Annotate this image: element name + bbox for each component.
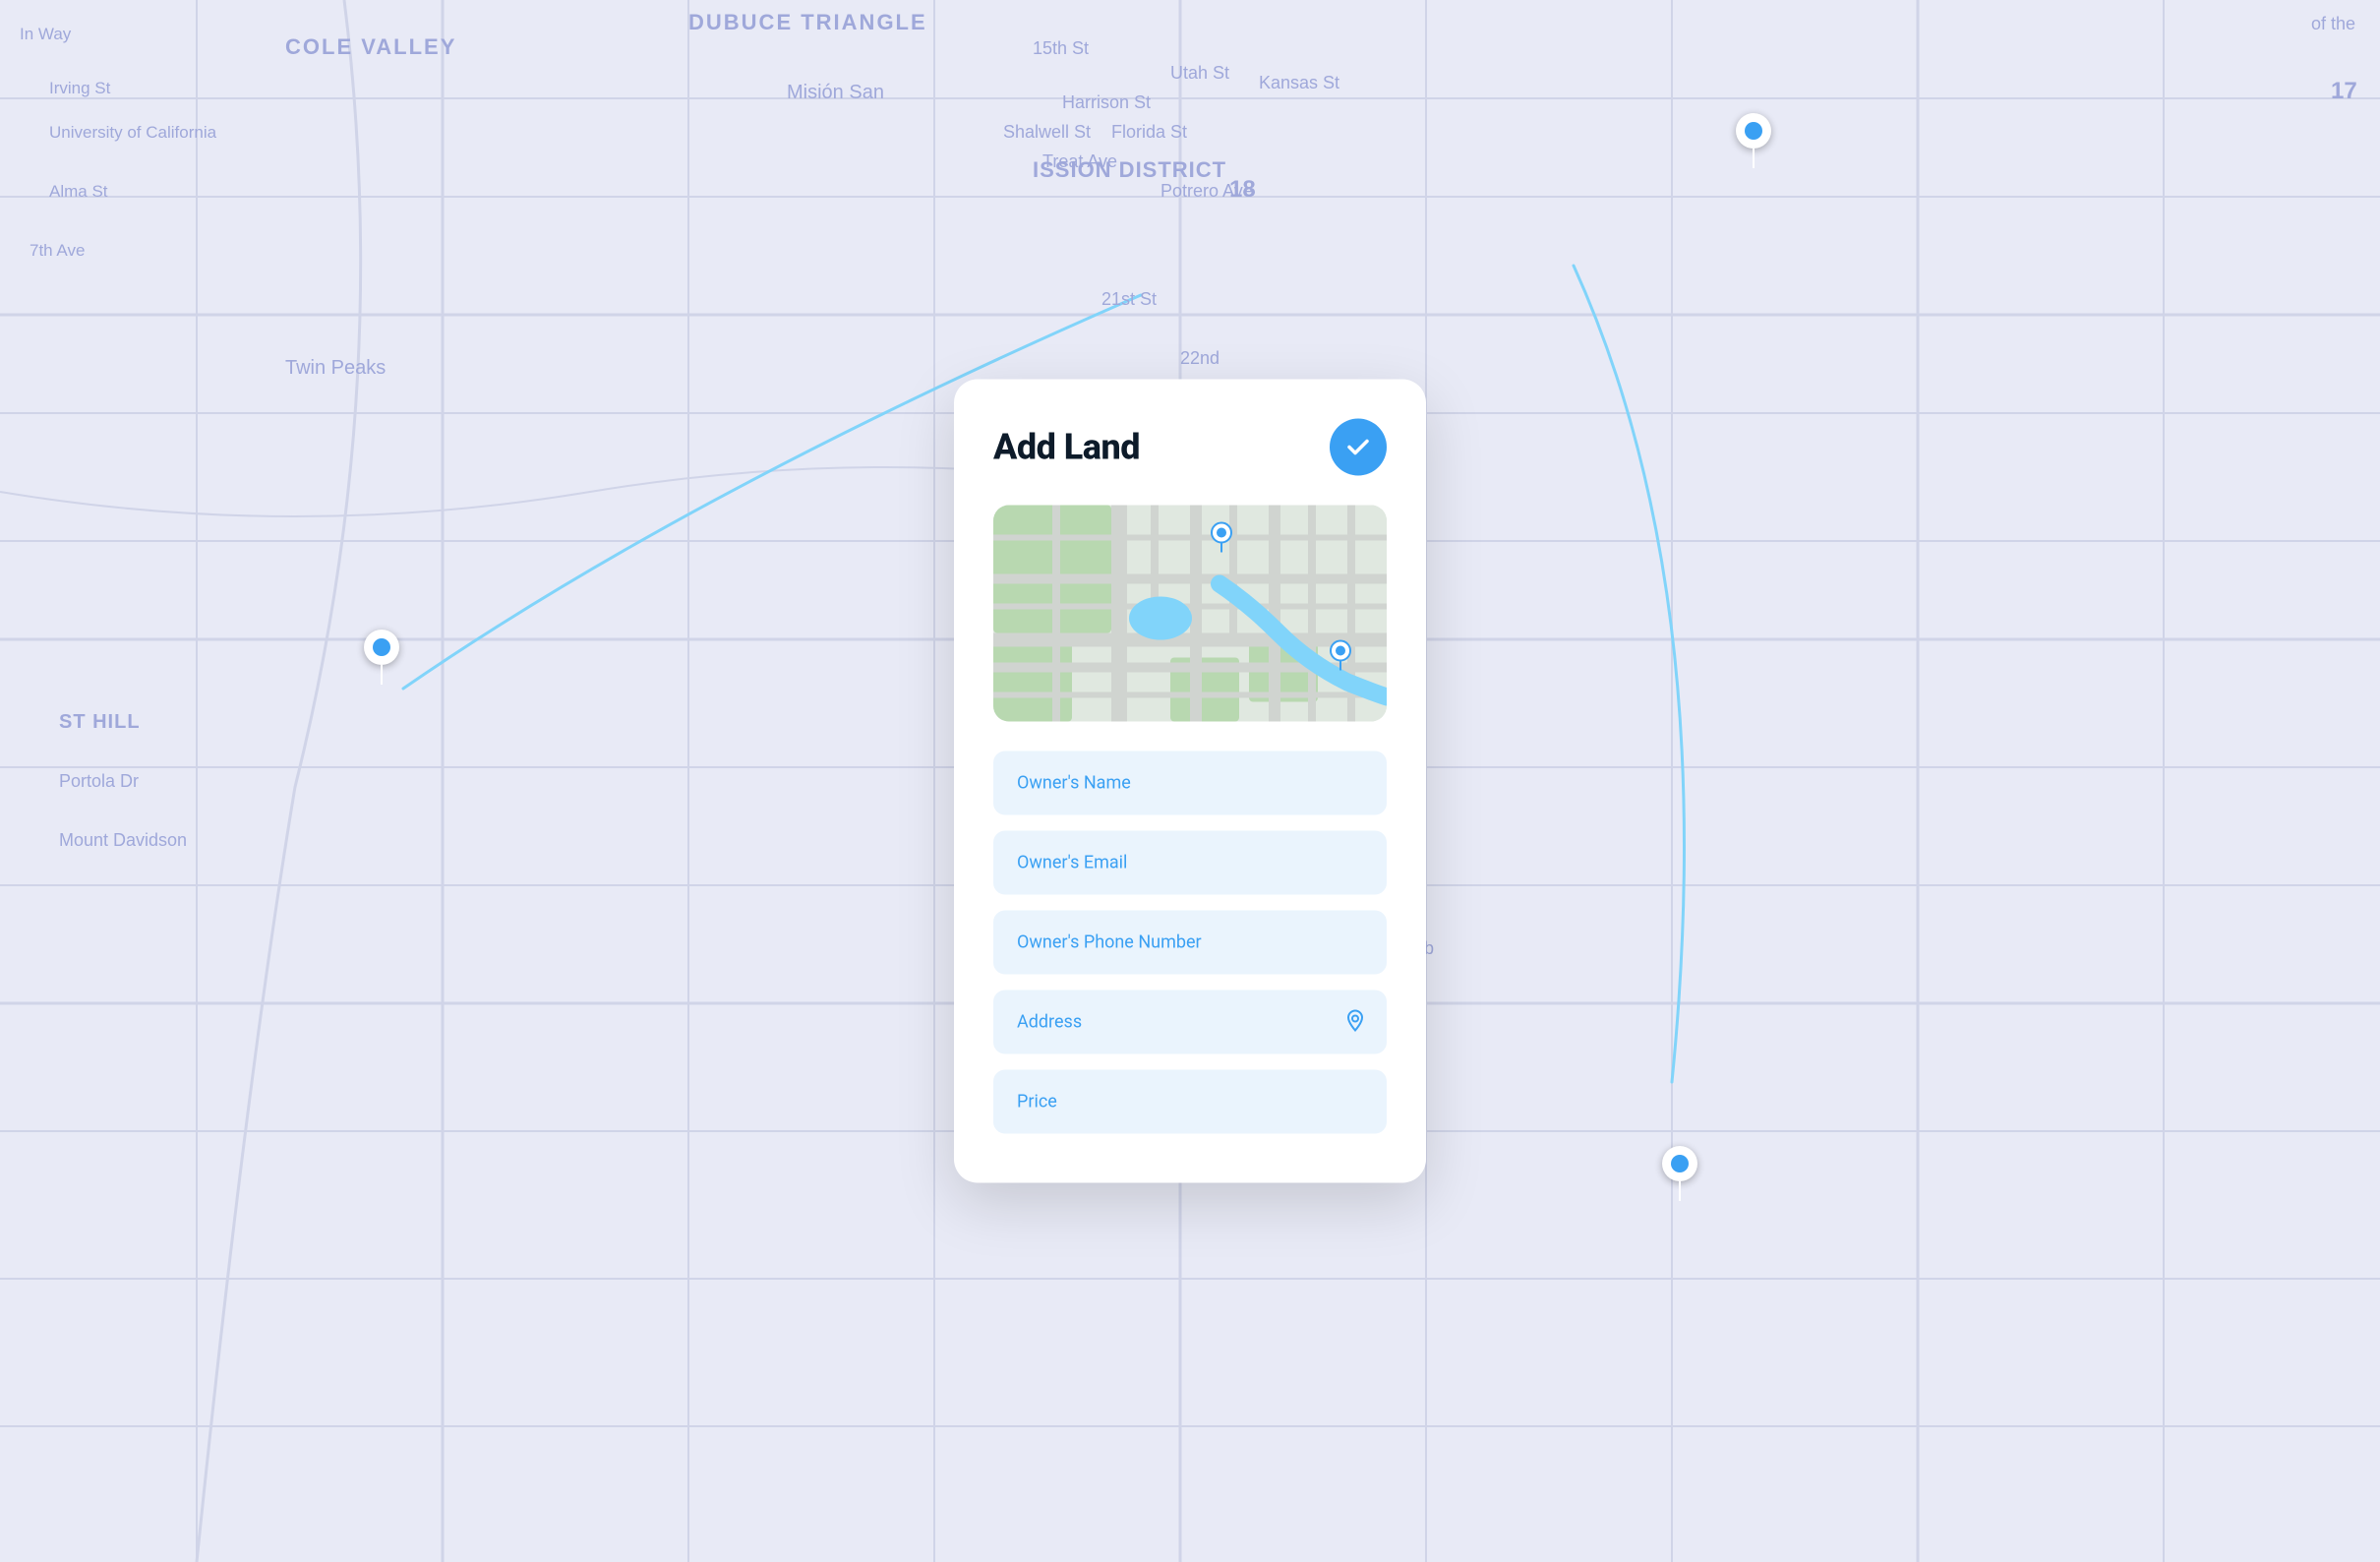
svg-text:Irving St: Irving St	[49, 79, 111, 97]
svg-text:18: 18	[1229, 176, 1256, 203]
svg-text:Alma St: Alma St	[49, 182, 108, 201]
modal-title: Add Land	[993, 427, 1140, 468]
address-field-wrapper	[993, 991, 1387, 1054]
svg-text:Portola Dr: Portola Dr	[59, 771, 139, 791]
svg-text:In Way: In Way	[20, 25, 72, 43]
svg-text:Utah St: Utah St	[1170, 63, 1229, 83]
form-fields	[993, 751, 1387, 1134]
check-icon	[1345, 435, 1371, 460]
svg-text:Kansas St: Kansas St	[1259, 73, 1339, 92]
confirm-button[interactable]	[1330, 419, 1387, 476]
svg-text:Shalwell St: Shalwell St	[1003, 122, 1091, 142]
owners-name-input[interactable]	[993, 751, 1387, 815]
svg-text:Twin Peaks: Twin Peaks	[285, 357, 386, 379]
owners-phone-input[interactable]	[993, 911, 1387, 975]
modal-header: Add Land	[993, 419, 1387, 476]
svg-text:21st St: 21st St	[1101, 289, 1157, 309]
svg-text:7th Ave: 7th Ave	[30, 241, 85, 260]
svg-text:COLE VALLEY: COLE VALLEY	[285, 34, 456, 59]
svg-text:15th St: 15th St	[1033, 38, 1089, 58]
map-pin-2	[1736, 113, 1771, 168]
add-land-modal: Add Land	[954, 380, 1426, 1183]
svg-text:ST HILL: ST HILL	[59, 711, 141, 733]
owners-email-input[interactable]	[993, 831, 1387, 895]
svg-text:Treat Ave: Treat Ave	[1042, 151, 1117, 171]
map-pin-1	[364, 630, 399, 685]
address-input[interactable]	[993, 991, 1387, 1054]
svg-text:Mount Davidson: Mount Davidson	[59, 830, 187, 850]
svg-text:17: 17	[2331, 78, 2357, 104]
map-pin-3	[1662, 1146, 1697, 1201]
mini-map	[993, 506, 1387, 722]
svg-text:Harrison St: Harrison St	[1062, 92, 1151, 112]
svg-text:University of California: University of California	[49, 123, 217, 142]
price-input[interactable]	[993, 1070, 1387, 1134]
svg-text:22nd: 22nd	[1180, 348, 1220, 368]
svg-text:Florida St: Florida St	[1111, 122, 1187, 142]
svg-text:of the: of the	[2311, 14, 2355, 33]
svg-text:Misión San: Misión San	[787, 82, 884, 103]
svg-text:DUBUCE TRIANGLE: DUBUCE TRIANGLE	[688, 10, 927, 34]
